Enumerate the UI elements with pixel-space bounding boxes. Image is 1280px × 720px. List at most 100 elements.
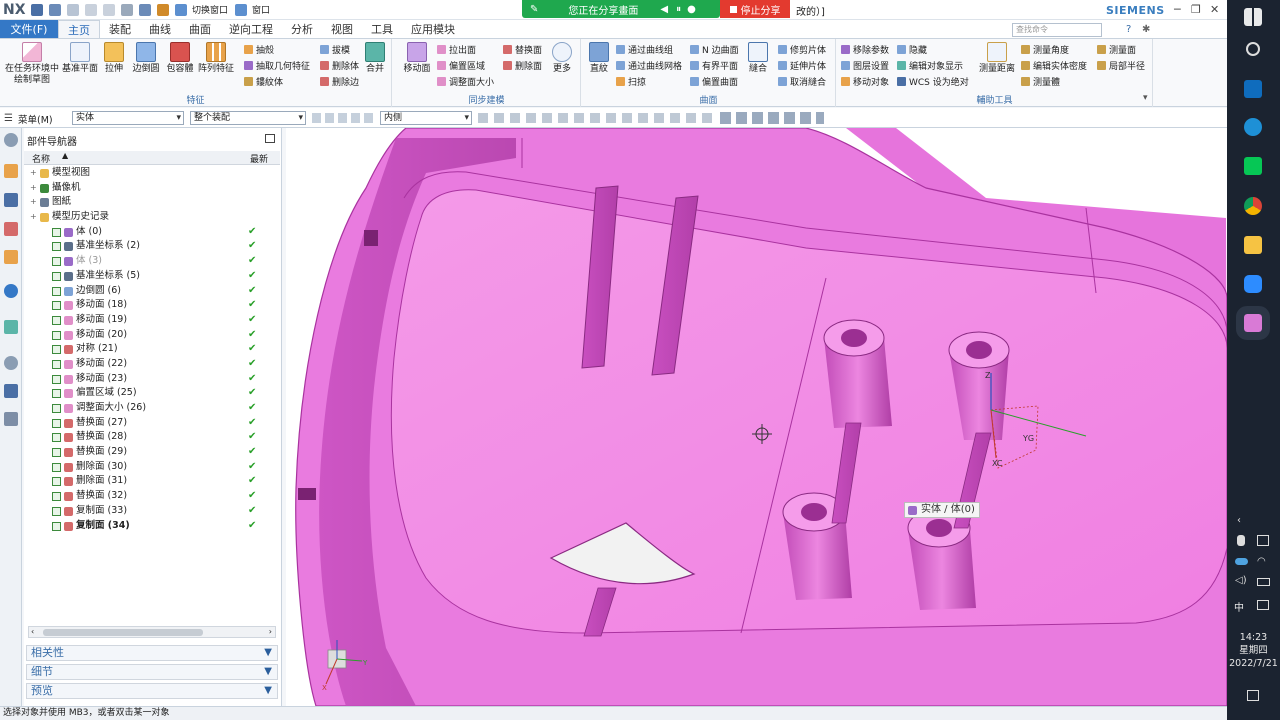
unsew-button[interactable]: 取消縫合	[778, 74, 826, 88]
thread-button[interactable]: 鏤紋体	[244, 74, 283, 88]
sew-button[interactable]: 縫合	[744, 42, 772, 75]
selection-scope-select[interactable]: 整个装配	[190, 111, 306, 125]
redo-icon[interactable]	[67, 3, 79, 16]
speaker-icon[interactable]: ◀	[660, 4, 668, 15]
remove-params-button[interactable]: 移除参数	[841, 42, 889, 56]
web-browser-icon[interactable]	[4, 284, 18, 298]
tree-row[interactable]: + 图紙	[24, 195, 280, 210]
visibility-checkbox[interactable]	[52, 345, 61, 355]
visibility-checkbox[interactable]	[52, 506, 61, 516]
model-boss-1[interactable]	[823, 319, 892, 428]
delete-edge-button[interactable]: 删除边	[320, 74, 359, 88]
tree-row[interactable]: 替换面 (29) ✔	[24, 445, 280, 460]
delete-body-button[interactable]: 删除体	[320, 58, 359, 72]
tree-row[interactable]: + 模型历史记录	[24, 210, 280, 225]
tree-row[interactable]: 替换面 (28) ✔	[24, 430, 280, 445]
measure-face-button[interactable]: 测量面	[1097, 42, 1136, 56]
zoom-icon[interactable]	[1244, 275, 1262, 293]
wifi-icon[interactable]: ◠	[1257, 556, 1266, 567]
minimize-button[interactable]: ─	[1174, 3, 1181, 16]
tree-row[interactable]: 偏置区域 (25) ✔	[24, 386, 280, 401]
ruled-button[interactable]: 直紋	[582, 42, 616, 75]
tab-applications[interactable]: 应用模块	[402, 20, 464, 38]
visibility-checkbox[interactable]	[52, 418, 61, 428]
offset-surface-button[interactable]: 偏置曲面	[690, 74, 738, 88]
measure-angle-button[interactable]: 测量角度	[1021, 42, 1069, 56]
through-curve-mesh-button[interactable]: 通过曲线网格	[616, 58, 682, 72]
n-sided-button[interactable]: N 边曲面	[690, 42, 739, 56]
local-radius-button[interactable]: 局部半径	[1097, 58, 1145, 72]
column-latest[interactable]: 最新	[250, 152, 268, 165]
restore-button[interactable]: ❐	[1191, 3, 1201, 16]
tree-row[interactable]: 移动面 (20) ✔	[24, 328, 280, 343]
tab-analysis[interactable]: 分析	[282, 20, 322, 38]
save-icon[interactable]	[31, 3, 43, 16]
reuse-library-icon[interactable]	[4, 250, 18, 264]
visibility-checkbox[interactable]	[52, 359, 61, 369]
preview-panel[interactable]: 预览 ▼	[26, 683, 278, 699]
window-icon[interactable]	[235, 3, 248, 16]
visibility-checkbox[interactable]	[52, 286, 61, 296]
palette-icon[interactable]	[4, 320, 18, 334]
tab-home[interactable]: 主页	[58, 20, 100, 38]
trim-sheet-button[interactable]: 修剪片体	[778, 42, 826, 56]
switch-window-button[interactable]: 切换窗口	[192, 3, 228, 16]
tab-surface[interactable]: 曲面	[180, 20, 220, 38]
column-name[interactable]: 名称	[32, 152, 50, 165]
visibility-checkbox[interactable]	[52, 271, 61, 281]
measure-body-button[interactable]: 测量體	[1021, 74, 1060, 88]
tree-row[interactable]: 替换面 (27) ✔	[24, 416, 280, 431]
tree-row[interactable]: 复制面 (33) ✔	[24, 504, 280, 519]
sketch-button[interactable]: 在任务环境中绘制草图	[4, 42, 60, 86]
outlook-icon[interactable]	[1244, 80, 1262, 98]
tree-row[interactable]: 复制面 (34) ✔	[24, 519, 280, 534]
cut-icon[interactable]	[85, 3, 97, 16]
hide-button[interactable]: 隐藏	[897, 42, 927, 56]
repeat-icon[interactable]	[139, 3, 151, 16]
tree-row[interactable]: + 攝像机	[24, 181, 280, 196]
move-face-button[interactable]: 移动面	[395, 42, 439, 75]
edit-density-button[interactable]: 编辑实体密度	[1021, 58, 1087, 72]
through-curves-button[interactable]: 通过曲线组	[616, 42, 673, 56]
line-icon[interactable]	[1244, 157, 1262, 175]
history-icon[interactable]	[4, 356, 18, 370]
tree-row[interactable]: 体 (0) ✔	[24, 225, 280, 240]
model-edge-notch-2[interactable]	[298, 488, 316, 500]
replace-face-button[interactable]: 替换面	[503, 42, 542, 56]
face-rule-select[interactable]: 内侧	[380, 111, 472, 125]
tree-row[interactable]: 基准坐标系 (2) ✔	[24, 239, 280, 254]
tree-row[interactable]: 边倒圆 (6) ✔	[24, 284, 280, 299]
visibility-checkbox[interactable]	[52, 301, 61, 311]
delete-face-button[interactable]: 删除面	[503, 58, 542, 72]
resize-face-button[interactable]: 调整面大小	[437, 74, 494, 88]
tree-row[interactable]: 替换面 (32) ✔	[24, 489, 280, 504]
switch-window-icon[interactable]	[175, 3, 187, 16]
expand-icon[interactable]: +	[30, 210, 37, 225]
battery-icon[interactable]	[1257, 578, 1270, 586]
tree-row[interactable]: 对称 (21) ✔	[24, 342, 280, 357]
window-menu-button[interactable]: 窗口	[252, 3, 270, 16]
scroll-left-icon[interactable]: ‹	[31, 627, 34, 636]
visibility-checkbox[interactable]	[52, 492, 61, 502]
close-button[interactable]: ✕	[1210, 3, 1219, 16]
edge-icon[interactable]	[1244, 118, 1262, 136]
tree-row[interactable]: 移动面 (19) ✔	[24, 313, 280, 328]
scroll-thumb[interactable]	[43, 629, 203, 636]
tab-assembly[interactable]: 装配	[100, 20, 140, 38]
visibility-checkbox[interactable]	[52, 315, 61, 325]
tree-row[interactable]: 移动面 (23) ✔	[24, 372, 280, 387]
copy-icon[interactable]	[103, 3, 115, 16]
settings-icon[interactable]: ✱	[1142, 24, 1150, 35]
ribbon-options-icon[interactable]: ▾	[1143, 93, 1148, 103]
dependencies-panel[interactable]: 相关性 ▼	[26, 645, 278, 661]
assembly-navigator-icon[interactable]	[4, 164, 18, 178]
measure-distance-button[interactable]: 测量距离	[977, 42, 1017, 75]
tray-expand-icon[interactable]: ‹	[1237, 515, 1241, 526]
visibility-checkbox[interactable]	[52, 404, 61, 413]
expand-icon[interactable]: +	[30, 166, 37, 181]
visibility-checkbox[interactable]	[52, 257, 61, 267]
bounded-plane-button[interactable]: 有界平面	[690, 58, 738, 72]
swept-button[interactable]: 扫掠	[616, 74, 646, 88]
extract-geometry-button[interactable]: 抽取几何特征	[244, 58, 310, 72]
unite-button[interactable]: 合并	[358, 42, 392, 75]
